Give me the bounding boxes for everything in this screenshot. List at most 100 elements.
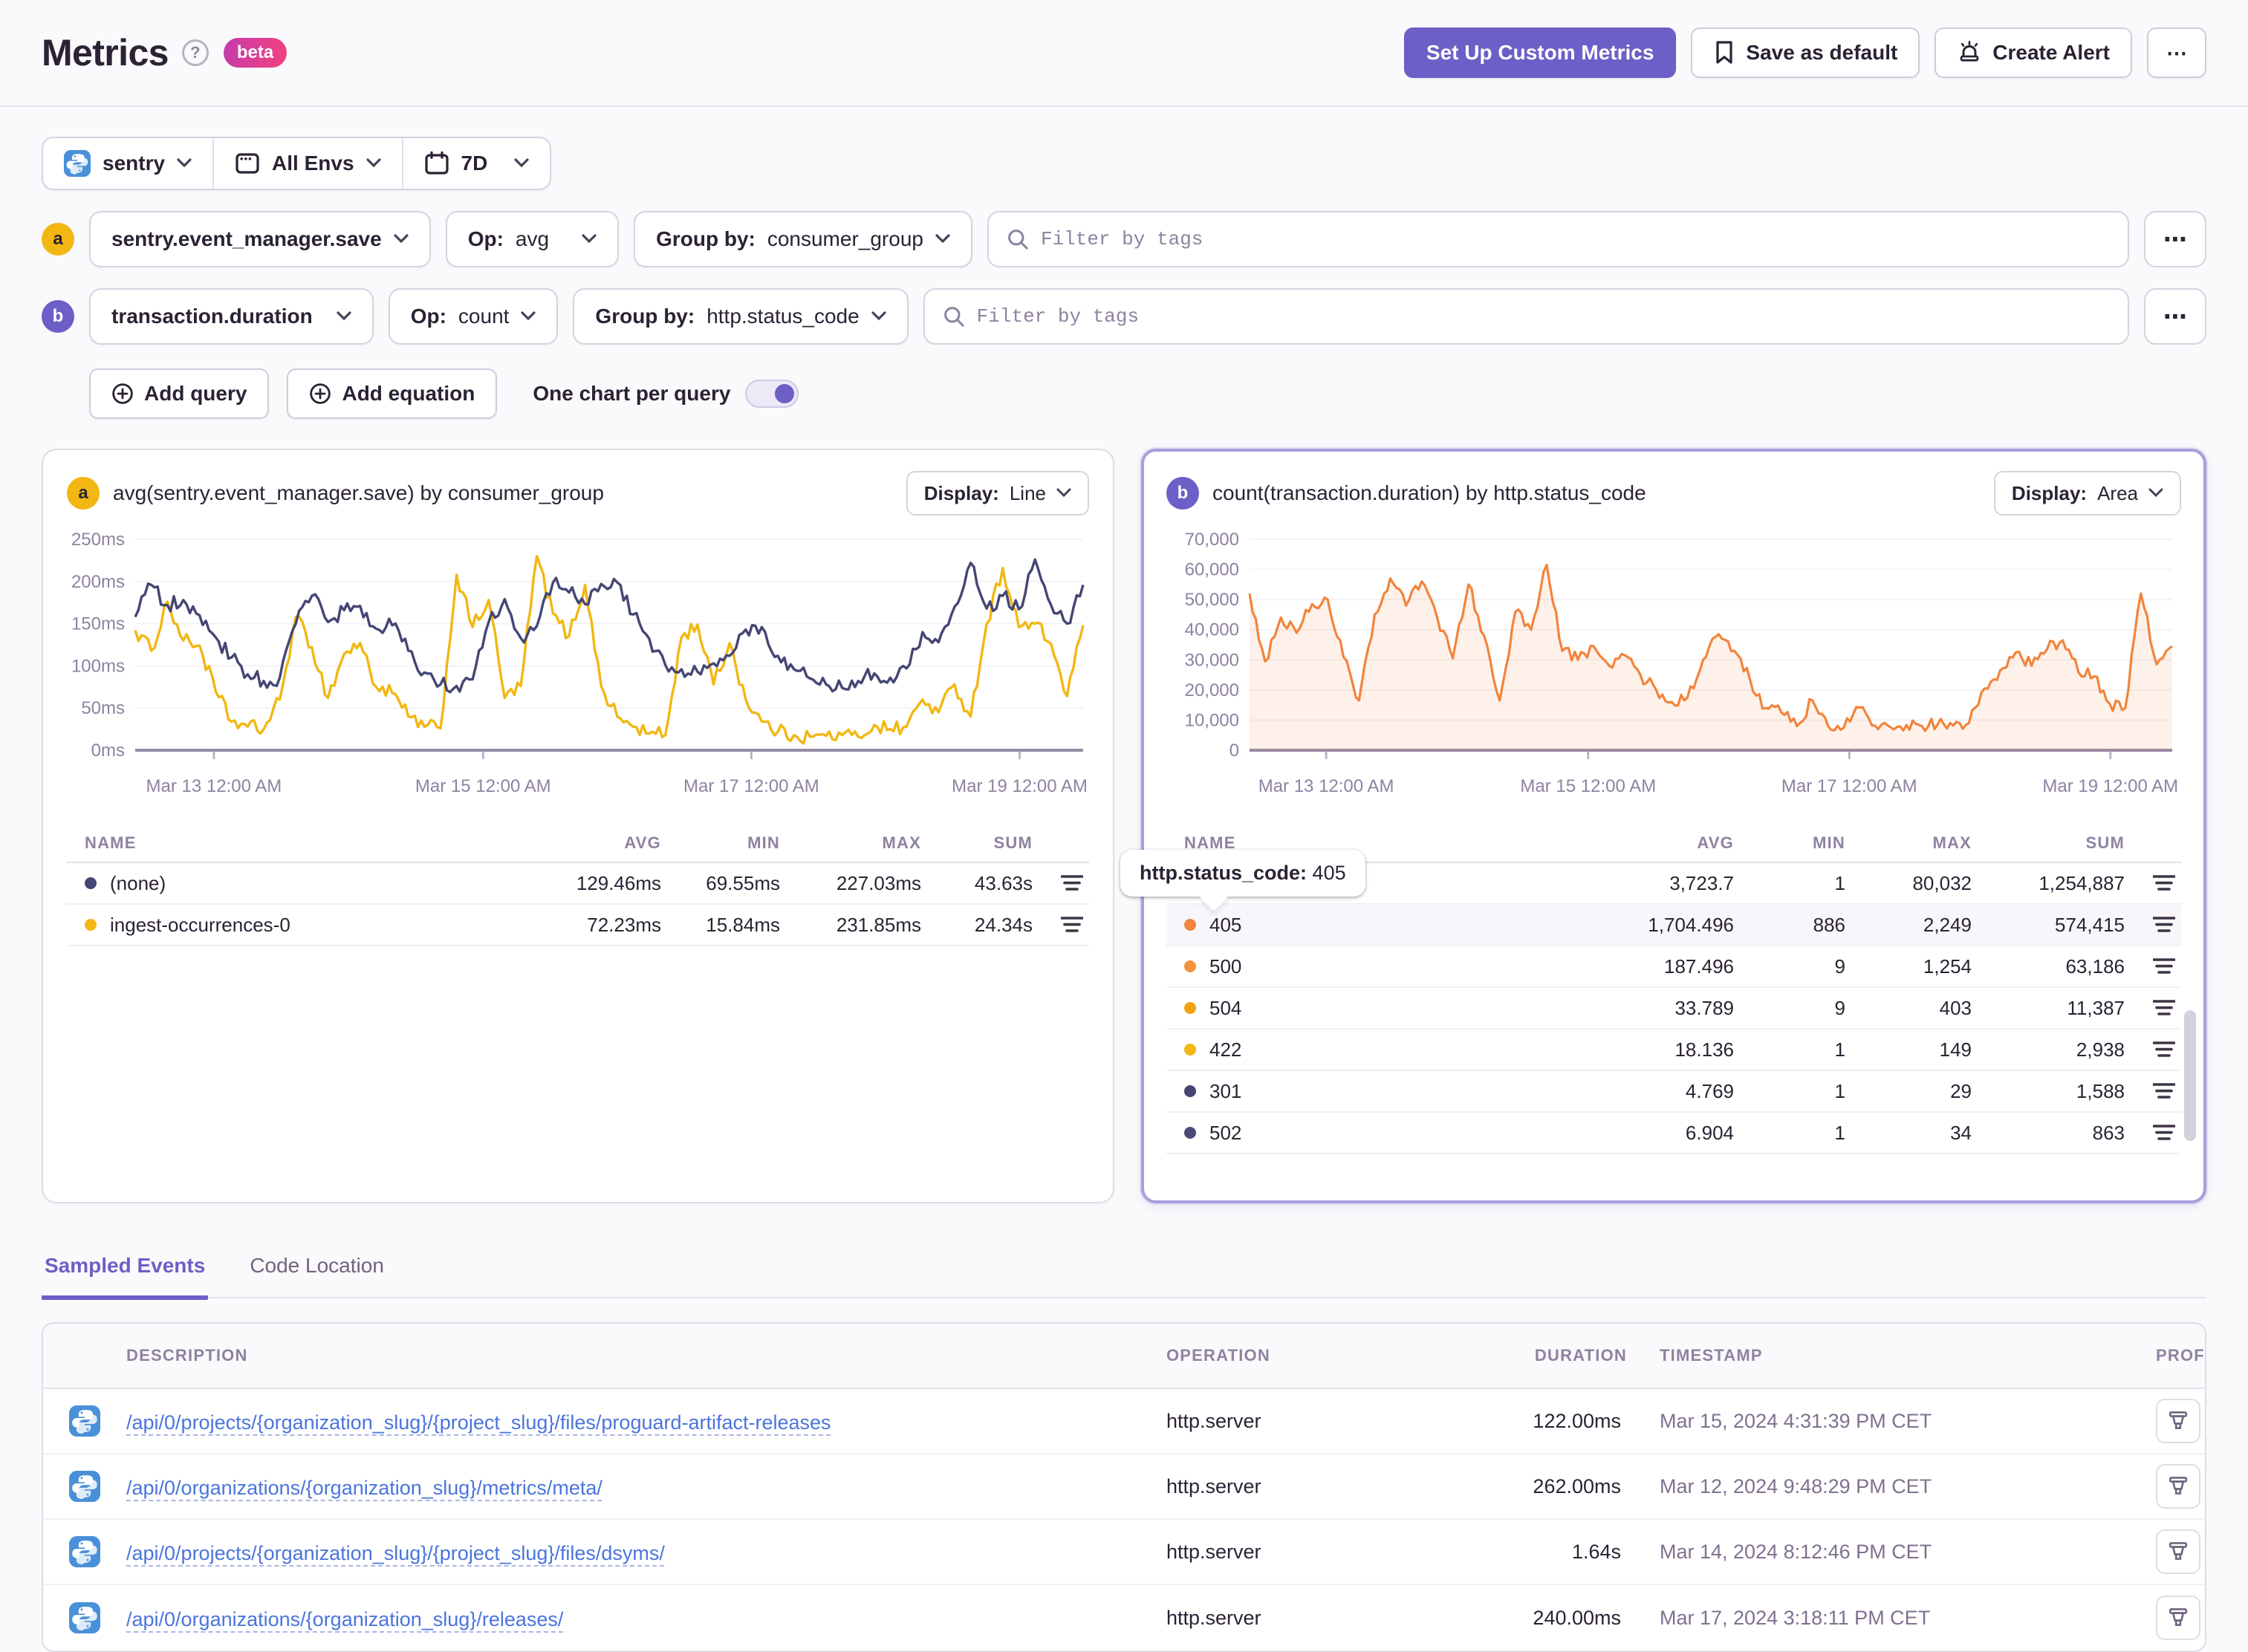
profile-button[interactable] xyxy=(2156,1596,2200,1640)
series-options-icon[interactable] xyxy=(2125,1041,2181,1058)
series-name: 301 xyxy=(1209,1079,1242,1102)
environment-window-icon xyxy=(235,151,260,176)
series-sum: 1,254,887 xyxy=(2039,871,2125,894)
series-avg: 4.769 xyxy=(1685,1079,1734,1102)
add-query-button[interactable]: Add query xyxy=(89,368,270,419)
series-options-icon[interactable] xyxy=(2125,916,2181,934)
legend-row[interactable]: ingest-occurrences-0 72.23ms 15.84ms 231.85… xyxy=(67,905,1089,946)
metric-select-a[interactable]: sentry.event_manager.save xyxy=(89,211,431,267)
tab-sampled-events[interactable]: Sampled Events xyxy=(42,1245,209,1300)
chart-panel-a[interactable]: a avg(sentry.event_manager.save) by cons… xyxy=(42,449,1114,1203)
series-color-dot xyxy=(1184,919,1196,931)
add-equation-button[interactable]: Add equation xyxy=(287,368,498,419)
legend-row[interactable]: 422 18.136 1 149 2,938 xyxy=(1166,1030,2181,1071)
display-mode-select-a[interactable]: Display: Line xyxy=(906,471,1089,516)
legend-scrollbar[interactable] xyxy=(2184,1010,2196,1141)
chart-panel-b[interactable]: b count(transaction.duration) by http.st… xyxy=(1120,449,2206,1203)
project-selector[interactable]: sentry xyxy=(43,138,212,189)
series-avg: 187.496 xyxy=(1664,955,1734,978)
one-chart-per-query-toggle[interactable] xyxy=(745,380,799,408)
tag-filter-input-b[interactable] xyxy=(976,305,2110,328)
metric-select-b[interactable]: transaction.duration xyxy=(89,288,374,345)
svg-text:50ms: 50ms xyxy=(81,698,125,718)
chevron-down-icon xyxy=(337,311,351,321)
display-mode-select-b[interactable]: Display: Area xyxy=(1993,471,2181,516)
series-min: 1 xyxy=(1834,1121,1845,1144)
tab-code-location[interactable]: Code Location xyxy=(247,1245,387,1300)
series-sum: 24.34s xyxy=(974,913,1033,936)
series-options-icon[interactable] xyxy=(2125,999,2181,1017)
series-options-icon[interactable] xyxy=(2125,874,2181,892)
plus-circle-icon xyxy=(310,383,331,404)
profile-button[interactable] xyxy=(2156,1399,2200,1443)
svg-text:Mar 15 12:00 AM: Mar 15 12:00 AM xyxy=(415,776,551,796)
setup-custom-metrics-button[interactable]: Set Up Custom Metrics xyxy=(1403,27,1677,78)
query-letter-badge-a: a xyxy=(42,223,74,256)
chevron-down-icon xyxy=(366,158,381,168)
event-row: /api/0/projects/{organization_slug}/{pro… xyxy=(43,1520,2205,1585)
series-name: 502 xyxy=(1209,1121,1242,1144)
series-max: 2,249 xyxy=(1923,913,1972,936)
svg-text:200ms: 200ms xyxy=(71,572,125,592)
save-as-default-button[interactable]: Save as default xyxy=(1691,27,1920,78)
profile-button[interactable] xyxy=(2156,1529,2200,1574)
query-more-button-a[interactable]: ⋯ xyxy=(2144,211,2206,267)
query-actions-row: Add query Add equation One chart per que… xyxy=(42,368,2206,419)
series-options-icon[interactable] xyxy=(1033,874,1089,892)
header-more-button[interactable]: ⋯ xyxy=(2147,27,2206,78)
event-description-link[interactable]: /api/0/organizations/{organization_slug}… xyxy=(126,1608,563,1630)
series-min: 1 xyxy=(1834,1038,1845,1061)
tag-filter-b[interactable] xyxy=(923,288,2129,345)
series-options-icon[interactable] xyxy=(2125,1082,2181,1100)
series-name: 504 xyxy=(1209,996,1242,1019)
legend-column-header: MIN xyxy=(747,833,780,852)
op-select-a[interactable]: Op: avg xyxy=(445,211,620,267)
event-description-link[interactable]: /api/0/projects/{organization_slug}/{pro… xyxy=(126,1411,831,1434)
svg-text:50,000: 50,000 xyxy=(1185,590,1239,610)
series-sum: 11,387 xyxy=(2067,996,2125,1019)
create-alert-button[interactable]: Create Alert xyxy=(1934,27,2132,78)
event-duration: 262.00ms xyxy=(1533,1474,1621,1497)
chevron-down-icon xyxy=(521,311,536,321)
svg-text:30,000: 30,000 xyxy=(1185,650,1239,670)
legend-row[interactable]: 502 6.904 1 34 863 xyxy=(1166,1113,2181,1154)
beta-badge: beta xyxy=(223,38,288,68)
series-options-icon[interactable] xyxy=(2125,957,2181,975)
legend-row[interactable]: 405 1,704.496 886 2,249 574,415 xyxy=(1166,905,2181,946)
query-letter-badge-b: b xyxy=(42,300,74,333)
query-more-button-b[interactable]: ⋯ xyxy=(2144,288,2206,345)
series-options-icon[interactable] xyxy=(2125,1124,2181,1142)
help-icon[interactable]: ? xyxy=(181,39,209,66)
series-options-icon[interactable] xyxy=(1033,916,1089,934)
event-operation: http.server xyxy=(1166,1606,1261,1629)
event-description-link[interactable]: /api/0/organizations/{organization_slug}… xyxy=(126,1477,602,1499)
python-platform-icon xyxy=(43,1536,126,1567)
event-description-link[interactable]: /api/0/projects/{organization_slug}/{pro… xyxy=(126,1542,665,1564)
chart-letter-badge-a: a xyxy=(67,477,100,510)
series-color-dot xyxy=(1184,960,1196,972)
op-select-b[interactable]: Op: count xyxy=(388,288,559,345)
series-sum: 863 xyxy=(2092,1121,2125,1144)
series-sum: 574,415 xyxy=(2055,913,2125,936)
project-selector-label: sentry xyxy=(103,152,166,175)
legend-row[interactable]: 500 187.496 9 1,254 63,186 xyxy=(1166,946,2181,988)
groupby-select-a[interactable]: Group by: consumer_group xyxy=(634,211,972,267)
series-min: 69.55ms xyxy=(706,871,780,894)
legend-row[interactable]: 504 33.789 9 403 11,387 xyxy=(1166,988,2181,1030)
date-range-selector[interactable]: 7D xyxy=(401,138,550,189)
profile-button[interactable] xyxy=(2156,1464,2200,1509)
line-chart-a[interactable]: 0ms 50ms 100ms 150ms 200ms 250ms Mar 13 12:00 … xyxy=(67,524,1089,810)
tag-filter-input-a[interactable] xyxy=(1040,228,2110,250)
series-sum: 43.63s xyxy=(974,871,1033,894)
area-chart-b[interactable]: 0 10,000 20,000 30,000 40,000 50,000 60,000 70,… xyxy=(1166,524,2181,810)
series-min: 1 xyxy=(1834,871,1845,894)
chevron-down-icon xyxy=(582,234,597,244)
legend-row[interactable]: 301 4.769 1 29 1,588 xyxy=(1166,1071,2181,1113)
legend-row[interactable]: (none) 129.46ms 69.55ms 227.03ms 43.63s xyxy=(67,863,1089,905)
page-title: Metrics xyxy=(42,32,169,74)
tag-filter-a[interactable] xyxy=(987,211,2129,267)
status-code-tooltip: http.status_code: 405 xyxy=(1120,850,1365,911)
legend-column-header: MIN xyxy=(1813,833,1845,852)
groupby-select-b[interactable]: Group by: http.status_code xyxy=(573,288,909,345)
environment-selector[interactable]: All Envs xyxy=(212,138,401,189)
